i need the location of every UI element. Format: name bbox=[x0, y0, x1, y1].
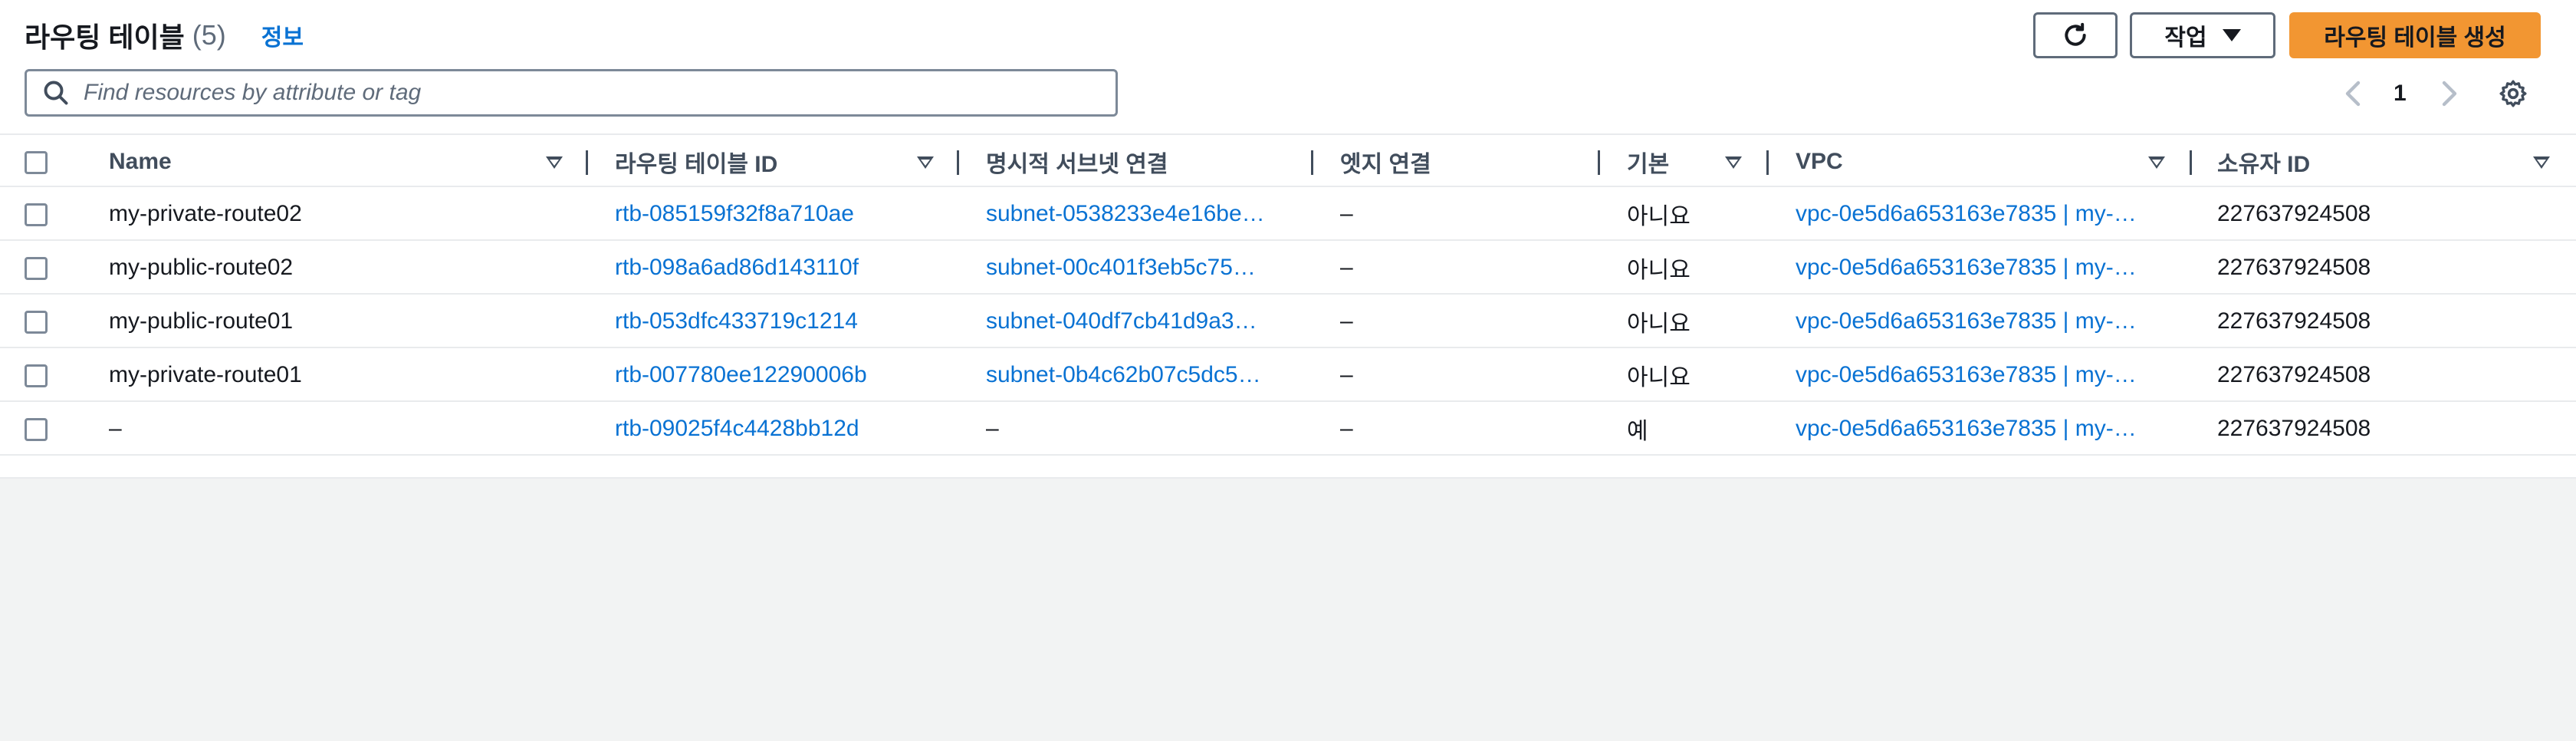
column-resize-handle[interactable] bbox=[1766, 150, 1769, 175]
cell-vpc-link[interactable]: vpc-0e5d6a653163e7835 | my-… bbox=[1796, 348, 2137, 402]
search-icon bbox=[44, 81, 68, 105]
cell-edge: – bbox=[1340, 308, 1353, 334]
chevron-right-icon bbox=[2442, 81, 2457, 107]
actions-dropdown-button[interactable]: 작업 bbox=[2130, 12, 2275, 58]
cell-main: 아니요 bbox=[1627, 365, 1691, 390]
row-checkbox[interactable] bbox=[25, 311, 48, 334]
gear-icon bbox=[2499, 80, 2527, 107]
row-checkbox[interactable] bbox=[25, 257, 48, 280]
route-tables-table: Name 라우팅 테이블 ID 명시적 서브넷 연결 엣지 연결 기본 VPC … bbox=[0, 133, 2576, 456]
column-resize-handle[interactable] bbox=[1311, 150, 1313, 175]
column-resize-handle[interactable] bbox=[2190, 150, 2192, 175]
panel-header: 라우팅 테이블 (5) 정보 bbox=[25, 11, 304, 60]
cell-owner-id: 227637924508 bbox=[2217, 201, 2371, 226]
cell-subnet: – bbox=[986, 416, 999, 441]
table-row[interactable]: my-public-route02 rtb-098a6ad86d143110f … bbox=[0, 241, 2576, 295]
column-resize-handle[interactable] bbox=[586, 150, 588, 175]
refresh-icon bbox=[2065, 22, 2086, 46]
table-row[interactable]: my-public-route01 rtb-053dfc433719c1214 … bbox=[0, 295, 2576, 348]
cell-name: my-public-route02 bbox=[109, 255, 294, 280]
cell-name: – bbox=[109, 416, 122, 441]
column-header-main[interactable]: 기본 bbox=[1627, 135, 1669, 189]
column-header-name[interactable]: Name bbox=[109, 135, 172, 189]
column-header-route-table-id[interactable]: 라우팅 테이블 ID bbox=[615, 135, 777, 189]
cell-main: 아니요 bbox=[1627, 204, 1691, 229]
table-row[interactable]: my-private-route01 rtb-007780ee12290006b… bbox=[0, 348, 2576, 402]
table-row[interactable]: – rtb-09025f4c4428bb12d – – 예 vpc-0e5d6a… bbox=[0, 402, 2576, 456]
select-all-checkbox[interactable] bbox=[25, 151, 48, 174]
cell-subnet-link[interactable]: subnet-040df7cb41d9a3… bbox=[986, 295, 1257, 348]
column-header-explicit-subnet[interactable]: 명시적 서브넷 연결 bbox=[986, 135, 1168, 189]
route-tables-panel: 라우팅 테이블 (5) 정보 작업 라우팅 테이블 생성 Find resour… bbox=[0, 0, 2576, 479]
cell-edge: – bbox=[1340, 362, 1353, 387]
cell-owner-id: 227637924508 bbox=[2217, 362, 2371, 387]
cell-edge: – bbox=[1340, 416, 1353, 441]
cell-name: my-public-route01 bbox=[109, 308, 294, 334]
column-header-owner-id[interactable]: 소유자 ID bbox=[2217, 135, 2310, 189]
refresh-button[interactable] bbox=[2033, 12, 2118, 58]
item-count: (5) bbox=[192, 19, 226, 51]
column-resize-handle[interactable] bbox=[957, 150, 959, 175]
cell-vpc-link[interactable]: vpc-0e5d6a653163e7835 | my-… bbox=[1796, 241, 2137, 295]
cell-owner-id: 227637924508 bbox=[2217, 308, 2371, 334]
cell-vpc-link[interactable]: vpc-0e5d6a653163e7835 | my-… bbox=[1796, 295, 2137, 348]
cell-route-table-id-link[interactable]: rtb-085159f32f8a710ae bbox=[615, 187, 854, 241]
cell-subnet-link[interactable]: subnet-00c401f3eb5c75… bbox=[986, 241, 1256, 295]
chevron-left-icon bbox=[2345, 81, 2361, 107]
cell-edge: – bbox=[1340, 255, 1353, 280]
page-number[interactable]: 1 bbox=[2394, 71, 2407, 117]
create-route-table-button[interactable]: 라우팅 테이블 생성 bbox=[2289, 12, 2541, 58]
cell-vpc-link[interactable]: vpc-0e5d6a653163e7835 | my-… bbox=[1796, 402, 2137, 456]
cell-owner-id: 227637924508 bbox=[2217, 416, 2371, 441]
next-page-button[interactable] bbox=[2436, 71, 2461, 117]
row-checkbox[interactable] bbox=[25, 203, 48, 226]
cell-main: 아니요 bbox=[1627, 258, 1691, 283]
page-title: 라우팅 테이블 bbox=[25, 21, 185, 53]
cell-name: my-private-route01 bbox=[109, 362, 302, 387]
cell-main: 예 bbox=[1627, 419, 1648, 444]
column-header-vpc[interactable]: VPC bbox=[1796, 135, 1843, 189]
cell-name: my-private-route02 bbox=[109, 201, 302, 226]
table-row[interactable]: my-private-route02 rtb-085159f32f8a710ae… bbox=[0, 187, 2576, 241]
info-link[interactable]: 정보 bbox=[261, 18, 304, 52]
row-checkbox[interactable] bbox=[25, 364, 48, 387]
table-header: Name 라우팅 테이블 ID 명시적 서브넷 연결 엣지 연결 기본 VPC … bbox=[0, 133, 2576, 187]
cell-owner-id: 227637924508 bbox=[2217, 255, 2371, 280]
preferences-button[interactable] bbox=[2498, 71, 2528, 117]
column-header-edge[interactable]: 엣지 연결 bbox=[1340, 135, 1431, 189]
cell-subnet-link[interactable]: subnet-0b4c62b07c5dc5… bbox=[986, 348, 1261, 402]
row-checkbox[interactable] bbox=[25, 418, 48, 441]
cell-vpc-link[interactable]: vpc-0e5d6a653163e7835 | my-… bbox=[1796, 187, 2137, 241]
cell-edge: – bbox=[1340, 201, 1353, 226]
cell-subnet-link[interactable]: subnet-0538233e4e16be… bbox=[986, 187, 1265, 241]
cell-route-table-id-link[interactable]: rtb-09025f4c4428bb12d bbox=[615, 402, 859, 456]
search-placeholder: Find resources by attribute or tag bbox=[84, 80, 422, 105]
previous-page-button[interactable] bbox=[2341, 71, 2366, 117]
cell-main: 아니요 bbox=[1627, 311, 1691, 337]
caret-down-icon bbox=[2222, 29, 2241, 41]
cell-route-table-id-link[interactable]: rtb-053dfc433719c1214 bbox=[615, 295, 858, 348]
search-input[interactable]: Find resources by attribute or tag bbox=[25, 69, 1118, 117]
cell-route-table-id-link[interactable]: rtb-098a6ad86d143110f bbox=[615, 241, 859, 295]
column-resize-handle[interactable] bbox=[1598, 150, 1600, 175]
actions-label: 작업 bbox=[2164, 25, 2207, 51]
cell-route-table-id-link[interactable]: rtb-007780ee12290006b bbox=[615, 348, 867, 402]
